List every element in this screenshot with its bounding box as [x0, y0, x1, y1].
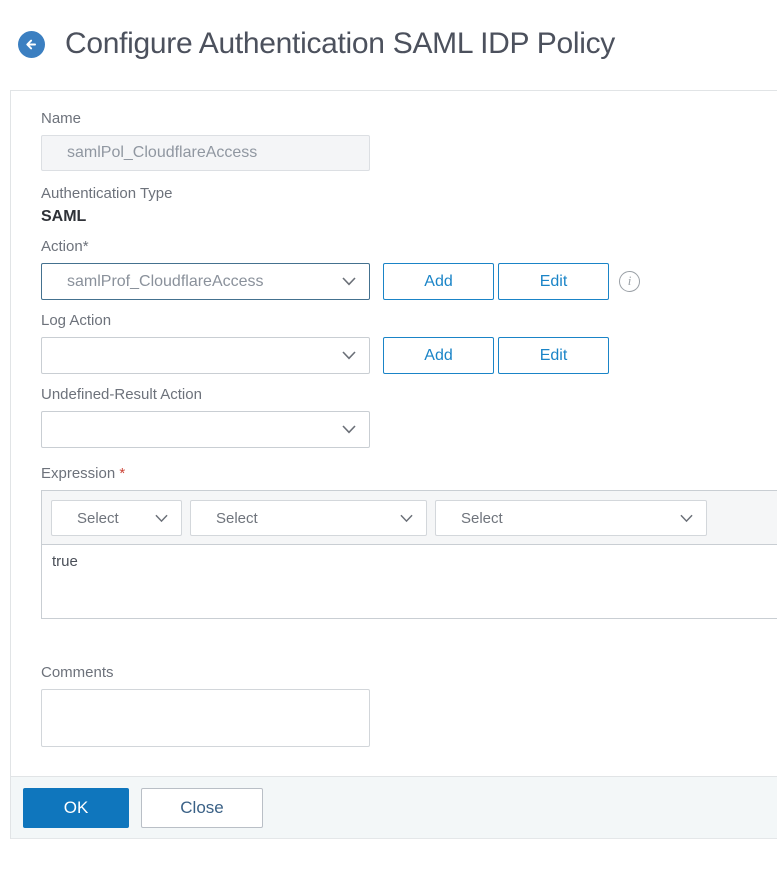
action-row: samlProf_CloudflareAccess Add Edit i — [41, 263, 777, 300]
chevron-down-icon — [342, 277, 356, 286]
arrow-left-icon — [23, 36, 40, 53]
expression-select-3[interactable]: Select — [435, 500, 707, 536]
undefined-result-action-select[interactable] — [41, 411, 370, 448]
action-select-value: samlProf_CloudflareAccess — [67, 272, 264, 290]
log-action-row: Add Edit — [41, 337, 777, 374]
auth-type-label: Authentication Type — [41, 185, 173, 202]
action-select[interactable]: samlProf_CloudflareAccess — [41, 263, 370, 300]
close-button[interactable]: Close — [141, 788, 263, 828]
expression-select-1[interactable]: Select — [51, 500, 182, 536]
back-button[interactable] — [18, 30, 45, 58]
expression-select-2-value: Select — [216, 509, 258, 527]
expression-label-text: Expression — [41, 465, 116, 482]
undefined-result-action-row — [41, 411, 777, 448]
expression-label: Expression * — [41, 465, 777, 483]
undefined-result-action-label: Undefined-Result Action — [41, 386, 202, 403]
form-footer: OK Close — [11, 776, 777, 839]
log-action-add-button[interactable]: Add — [383, 337, 494, 374]
expression-select-1-value: Select — [77, 509, 119, 527]
chevron-down-icon — [155, 514, 168, 523]
page-header: Configure Authentication SAML IDP Policy — [0, 0, 777, 61]
expression-select-2[interactable]: Select — [190, 500, 427, 536]
required-asterisk: * — [119, 465, 126, 482]
comments-textarea[interactable] — [41, 689, 370, 747]
info-icon[interactable]: i — [619, 271, 640, 292]
expression-editor: Select Select Select true — [41, 490, 777, 619]
chevron-down-icon — [342, 351, 356, 360]
log-action-label: Log Action — [41, 312, 112, 329]
expression-toolbar: Select Select Select — [42, 491, 777, 545]
log-action-select[interactable] — [41, 337, 370, 374]
form-panel: Name Authentication Type SAML Action* sa… — [10, 90, 777, 839]
comments-label: Comments — [41, 664, 114, 681]
auth-type-value: SAML — [41, 208, 87, 225]
action-edit-button[interactable]: Edit — [498, 263, 609, 300]
form-content: Name Authentication Type SAML Action* sa… — [11, 91, 777, 776]
action-label: Action* — [41, 238, 89, 255]
name-label: Name — [41, 110, 82, 127]
name-input[interactable] — [41, 135, 370, 171]
expression-textarea[interactable]: true — [42, 545, 777, 618]
ok-button[interactable]: OK — [23, 788, 129, 828]
log-action-edit-button[interactable]: Edit — [498, 337, 609, 374]
expression-select-3-value: Select — [461, 509, 503, 527]
chevron-down-icon — [342, 425, 356, 434]
chevron-down-icon — [680, 514, 693, 523]
page-title: Configure Authentication SAML IDP Policy — [65, 27, 615, 60]
chevron-down-icon — [400, 514, 413, 523]
action-add-button[interactable]: Add — [383, 263, 494, 300]
